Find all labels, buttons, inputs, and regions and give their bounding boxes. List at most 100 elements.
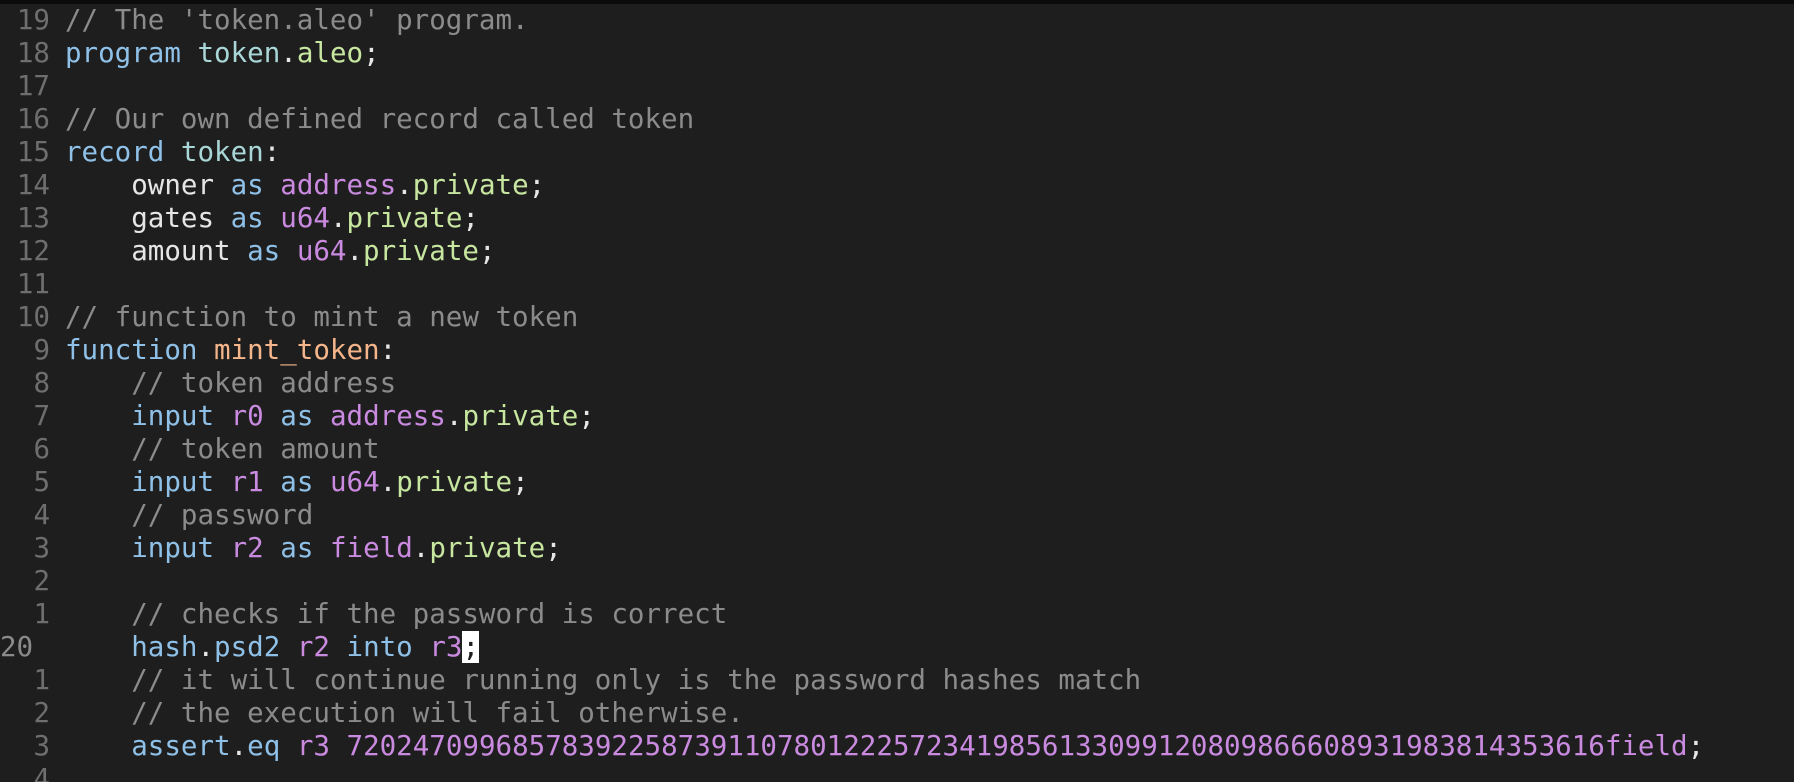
code-token: as — [247, 235, 281, 267]
code-token: ; — [545, 532, 562, 564]
code-text[interactable]: amount as u64.private; — [65, 235, 496, 268]
code-text[interactable]: // token amount — [65, 433, 379, 466]
code-line[interactable]: 2 — [0, 565, 1794, 598]
code-token: psd2 — [214, 631, 281, 663]
code-line[interactable]: 4 — [0, 763, 1794, 782]
code-token: // the execution will fail otherwise. — [65, 697, 744, 729]
code-token: address — [329, 400, 446, 432]
code-editor[interactable]: 19// The 'token.aleo' program. 18 program … — [0, 0, 1794, 782]
code-token: u64 — [296, 235, 347, 267]
code-text[interactable]: // function to mint a new token — [65, 301, 578, 334]
code-line[interactable]: 20 hash.psd2 r2 into r3; — [0, 631, 1794, 664]
line-number: 7 — [33, 400, 50, 432]
code-text[interactable]: // The 'token.aleo' program. — [65, 4, 529, 37]
code-text[interactable]: // token address — [65, 367, 396, 400]
code-text[interactable]: hash.psd2 r2 into r3; — [65, 631, 479, 664]
code-line[interactable]: 11 — [0, 268, 1794, 301]
code-token: . — [197, 631, 215, 663]
code-token: r3 — [429, 631, 463, 663]
code-token: private — [363, 235, 479, 267]
code-line[interactable]: 3 input r2 as field.private; — [0, 532, 1794, 565]
code-text[interactable]: record token: — [65, 136, 280, 169]
code-token: private — [462, 400, 579, 432]
code-line[interactable]: 19 // The 'token.aleo' program. — [0, 4, 1794, 37]
line-number: 2 — [33, 697, 50, 729]
code-token: token — [197, 37, 281, 69]
code-token: ; — [478, 235, 496, 267]
code-token: 7202470996857839225873911078012225723419… — [346, 730, 1605, 762]
code-token: // function to mint a new token — [65, 301, 579, 333]
code-token: // checks if the password is correct — [65, 598, 728, 630]
code-token: ; — [528, 169, 546, 201]
code-line[interactable]: 12 amount as u64.private; — [0, 235, 1794, 268]
line-number: 3 — [33, 532, 50, 564]
code-token: gates — [65, 202, 231, 234]
code-text[interactable]: // password — [65, 499, 313, 532]
code-token: // Our own defined record called token — [65, 103, 695, 135]
code-line[interactable]: 7 input r0 as address.private; — [0, 400, 1794, 433]
code-text[interactable]: // Our own defined record called token — [65, 103, 694, 136]
code-token: into — [346, 631, 413, 663]
code-text[interactable]: program token.aleo; — [65, 37, 380, 70]
line-number: 15 — [16, 136, 50, 168]
code-token: r1 — [230, 466, 264, 498]
line-number: 13 — [16, 202, 50, 234]
line-number: 12 — [16, 235, 50, 267]
code-text[interactable]: input r0 as address.private; — [65, 400, 595, 433]
line-number: 14 — [16, 169, 50, 201]
code-token: ; — [578, 400, 595, 432]
code-text[interactable]: owner as address.private; — [65, 169, 545, 202]
line-number: 10 — [16, 301, 50, 333]
code-line[interactable]: 15 record token: — [0, 136, 1794, 169]
code-line[interactable]: 10 // function to mint a new token — [0, 301, 1794, 334]
line-number: 9 — [33, 334, 50, 366]
code-text[interactable]: function mint_token: — [65, 334, 396, 367]
code-text[interactable]: input r1 as u64.private; — [65, 466, 528, 499]
code-token: as — [280, 400, 314, 432]
code-text[interactable]: // checks if the password is correct — [65, 598, 727, 631]
code-line[interactable]: 1 // checks if the password is correct — [0, 598, 1794, 631]
code-token: ; — [1687, 730, 1705, 762]
code-line[interactable]: 13 gates as u64.private; — [0, 202, 1794, 235]
code-line[interactable]: 8 // token address — [0, 367, 1794, 400]
line-number: 8 — [33, 367, 50, 399]
code-line[interactable]: 4 // password — [0, 499, 1794, 532]
code-line[interactable]: 14 owner as address.private; — [0, 169, 1794, 202]
code-line[interactable]: 9 function mint_token: — [0, 334, 1794, 367]
code-token: input — [131, 532, 215, 564]
code-token: function — [65, 334, 198, 366]
code-line[interactable]: 6 // token amount — [0, 433, 1794, 466]
code-text[interactable]: // the execution will fail otherwise. — [65, 697, 744, 730]
code-text[interactable]: assert.eq r3 720247099685783922587391107… — [65, 730, 1704, 763]
code-text[interactable]: // it will continue running only is the … — [65, 664, 1141, 697]
line-number: 6 — [33, 433, 50, 465]
line-number: 2 — [33, 565, 50, 597]
code-token: . — [379, 466, 397, 498]
code-line[interactable]: 5 input r1 as u64.private; — [0, 466, 1794, 499]
code-token: field — [329, 532, 413, 564]
code-line[interactable]: 2 // the execution will fail otherwise. — [0, 697, 1794, 730]
line-number: 1 — [33, 598, 50, 630]
code-token: . — [396, 169, 413, 201]
code-line[interactable]: 3 assert.eq r3 7202470996857839225873911… — [0, 730, 1794, 763]
code-text[interactable]: input r2 as field.private; — [65, 532, 562, 565]
code-token: amount — [65, 235, 248, 267]
code-token: ; — [462, 202, 479, 234]
code-token: // The 'token.aleo' program. — [65, 4, 529, 36]
code-line[interactable]: 16 // Our own defined record called token — [0, 103, 1794, 136]
code-line[interactable]: 17 — [0, 70, 1794, 103]
code-text[interactable]: gates as u64.private; — [65, 202, 479, 235]
code-line[interactable]: 1 // it will continue running only is th… — [0, 664, 1794, 697]
code-line[interactable]: 18 program token.aleo; — [0, 37, 1794, 70]
text-cursor: ; — [462, 631, 479, 663]
